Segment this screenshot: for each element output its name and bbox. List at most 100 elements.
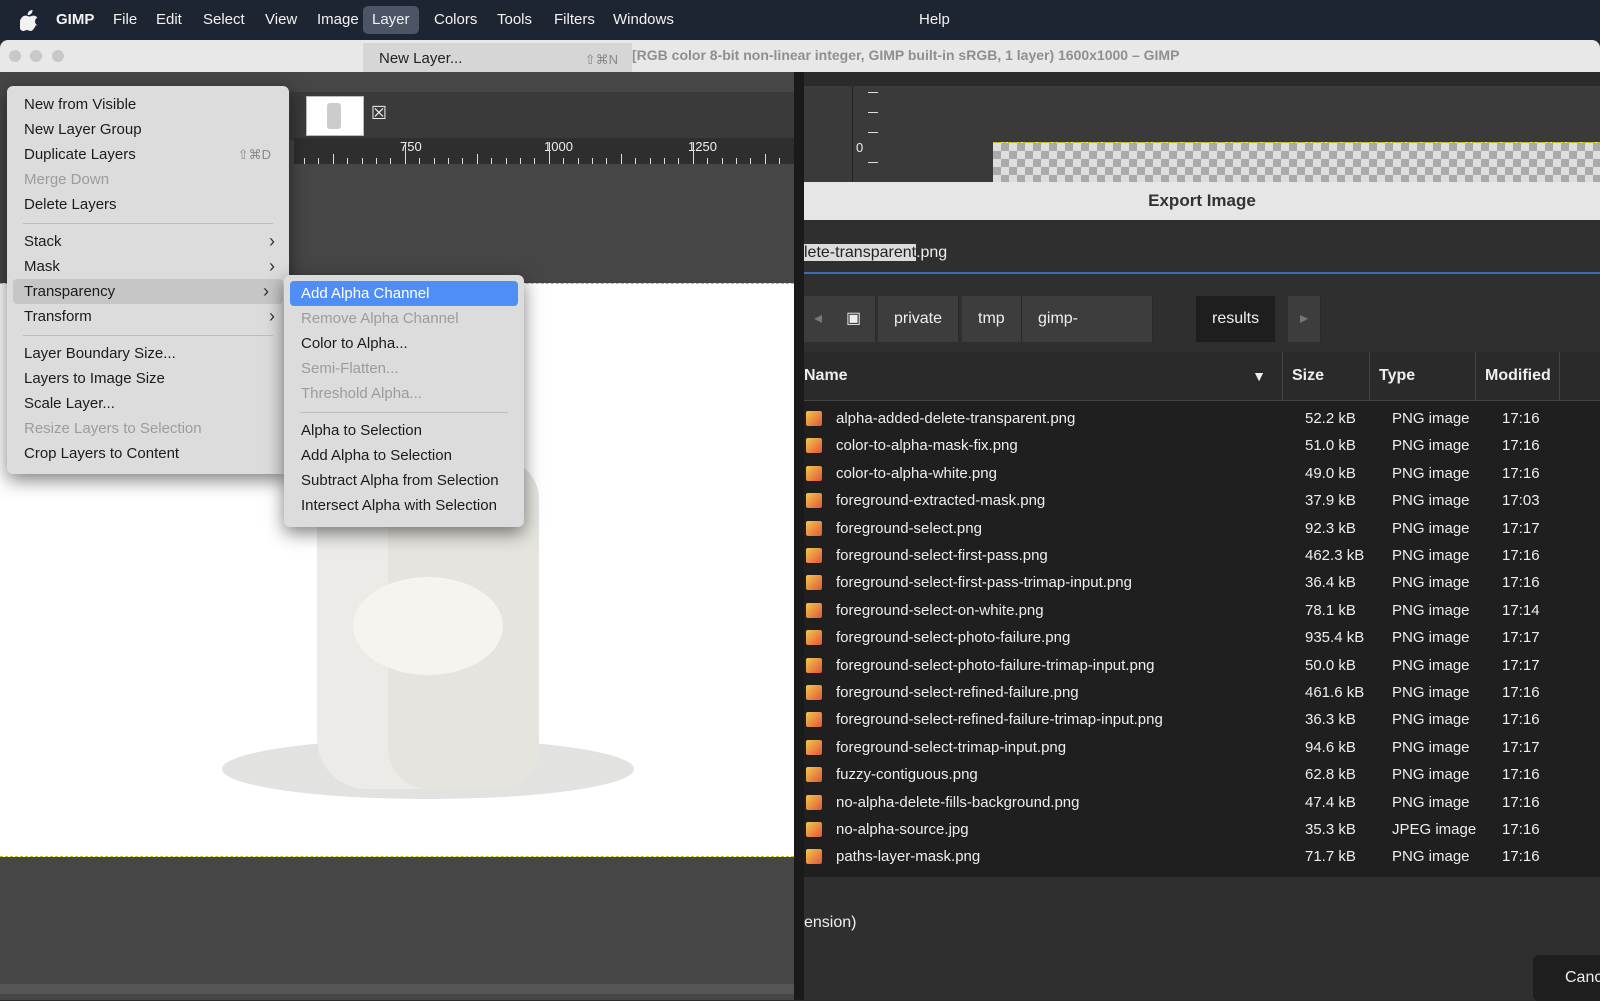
menu-item-new-layer[interactable]: New Layer... ⇧⌘N (363, 43, 632, 75)
menu-layer[interactable]: Layer (363, 6, 419, 34)
menu-edit[interactable]: Edit (147, 0, 191, 40)
ruler-tick (678, 158, 680, 164)
path-crumb-results[interactable]: results (1196, 296, 1277, 342)
image-tab-thumbnail[interactable] (306, 96, 364, 136)
file-modified: 17:16 (1502, 711, 1540, 729)
menu-item-semi-flatten[interactable]: Semi-Flatten... (284, 356, 524, 381)
menu-item-remove-alpha-channel[interactable]: Remove Alpha Channel (284, 306, 524, 331)
file-row[interactable]: paths-layer-mask.png 71.7 kB PNG image 17:1… (804, 843, 1600, 870)
menu-image[interactable]: Image (308, 0, 368, 40)
horizontal-scrollbar[interactable] (0, 984, 794, 994)
menu-item-add-alpha-channel[interactable]: Add Alpha Channel (290, 281, 518, 306)
file-type: PNG image (1392, 629, 1470, 647)
new-layer-shortcut: ⇧⌘N (584, 52, 618, 67)
file-row[interactable]: color-to-alpha-mask-fix.png 51.0 kB PNG im… (804, 432, 1600, 459)
column-header-modified[interactable]: Modified (1475, 352, 1560, 400)
file-row[interactable]: foreground-select-on-white.png 78.1 kB PNG… (804, 597, 1600, 624)
ruler-tick (404, 142, 406, 164)
menu-filters[interactable]: Filters (545, 0, 604, 40)
close-window-button[interactable] (9, 50, 21, 62)
file-row[interactable]: foreground-extracted-mask.png 37.9 kB PNG … (804, 487, 1600, 514)
file-row[interactable]: alpha-added-delete-transparent.png 52.2 k… (804, 405, 1600, 432)
menu-separator (300, 412, 508, 413)
path-back-arrow-icon[interactable]: ◂ (804, 296, 833, 342)
file-row[interactable]: foreground-select-refined-failure-trimap… (804, 706, 1600, 733)
file-list[interactable]: Name ▼ Size Type Modified alpha-added-del… (804, 352, 1600, 877)
menu-separator (23, 335, 273, 336)
file-row[interactable]: fuzzy-contiguous.png 62.8 kB PNG image 17:1… (804, 761, 1600, 788)
menu-item-merge-down[interactable]: Merge Down (7, 167, 289, 192)
thumbnail-figure (327, 103, 341, 129)
menu-item-scale-layer[interactable]: Scale Layer... (7, 391, 289, 416)
menu-item-delete-layers[interactable]: Delete Layers (7, 192, 289, 217)
filename-input[interactable]: lete-transparent.png (804, 236, 1600, 274)
menu-item-layers-to-image-size[interactable]: Layers to Image Size (7, 366, 289, 391)
menu-item-transparency[interactable]: Transparency › (13, 279, 283, 304)
menu-colors[interactable]: Colors (425, 0, 486, 40)
file-row[interactable]: foreground-select-first-pass.png 462.3 kB… (804, 542, 1600, 569)
cancel-button[interactable]: Canc (1533, 955, 1600, 1001)
path-crumb-tmp[interactable]: tmp (962, 296, 1022, 342)
menu-item-new-from-visible[interactable]: New from Visible (7, 92, 289, 117)
menu-item-alpha-to-selection[interactable]: Alpha to Selection (284, 418, 524, 443)
menu-item-subtract-alpha-from-selection[interactable]: Subtract Alpha from Selection (284, 468, 524, 493)
file-modified: 17:16 (1502, 766, 1540, 784)
menu-file[interactable]: File (104, 0, 146, 40)
file-name: foreground-select-trimap-input.png (836, 738, 1067, 756)
file-row[interactable]: foreground-select-photo-failure.png 935.4… (804, 624, 1600, 651)
export-options-panel (804, 877, 1600, 1000)
menu-item-stack[interactable]: Stack › (7, 229, 289, 254)
file-type-extension-label[interactable]: ension) (804, 914, 856, 932)
apple-icon[interactable] (20, 9, 38, 31)
ruler-tick (635, 158, 637, 164)
menu-item-add-alpha-to-selection[interactable]: Add Alpha to Selection (284, 443, 524, 468)
file-row[interactable]: foreground-select-photo-failure-trimap-i… (804, 652, 1600, 679)
horizontal-ruler[interactable]: 750 1000 1250 (294, 138, 794, 164)
minimize-window-button[interactable] (30, 50, 42, 62)
ruler-tick (577, 158, 579, 164)
menu-select[interactable]: Select (194, 0, 254, 40)
column-header-name[interactable]: Name ▼ (804, 352, 1283, 400)
path-crumb-private[interactable]: private (878, 296, 960, 342)
column-header-size[interactable]: Size (1282, 352, 1370, 400)
file-name: foreground-select-photo-failure-trimap-i… (836, 656, 1155, 674)
menu-item-mask[interactable]: Mask › (7, 254, 289, 279)
ruler-tick (318, 158, 320, 164)
menu-view[interactable]: View (256, 0, 306, 40)
file-name: foreground-select-on-white.png (836, 601, 1044, 619)
menu-item-intersect-alpha-with-selection[interactable]: Intersect Alpha with Selection (284, 493, 524, 518)
menu-windows[interactable]: Windows (604, 0, 683, 40)
file-row[interactable]: foreground-select-first-pass-trimap-inpu… (804, 569, 1600, 596)
file-row[interactable]: no-alpha-delete-fills-background.png 47.4… (804, 789, 1600, 816)
path-root-drive-icon[interactable]: ▣ (832, 296, 877, 342)
maximize-window-button[interactable] (52, 50, 64, 62)
menu-item-transform[interactable]: Transform › (7, 304, 289, 329)
ruler-tick (606, 158, 608, 164)
file-modified: 17:16 (1502, 684, 1540, 701)
menu-item-threshold-alpha[interactable]: Threshold Alpha... (284, 381, 524, 406)
file-row[interactable]: foreground-select-refined-failure.png 461… (804, 679, 1600, 706)
menu-tools[interactable]: Tools (488, 0, 541, 40)
menu-item-new-layer-group[interactable]: New Layer Group (7, 117, 289, 142)
menu-item-layer-boundary-size[interactable]: Layer Boundary Size... (7, 341, 289, 366)
app-menu-gimp[interactable]: GIMP (47, 0, 103, 40)
file-row[interactable]: foreground-select.png 92.3 kB PNG image 17:… (804, 515, 1600, 542)
file-row[interactable]: foreground-select-trimap-input.png 94.6 k… (804, 734, 1600, 761)
menu-item-color-to-alpha[interactable]: Color to Alpha... (284, 331, 524, 356)
chevron-right-icon: › (269, 231, 275, 251)
image-file-icon (806, 411, 822, 426)
menu-item-resize-layers-to-selection[interactable]: Resize Layers to Selection (7, 416, 289, 441)
path-forward-arrow-icon[interactable]: ▸ (1288, 296, 1322, 342)
menu-item-crop-layers-to-content[interactable]: Crop Layers to Content (7, 441, 289, 466)
file-row[interactable]: no-alpha-source.jpg 35.3 kB JPEG image 17:1… (804, 816, 1600, 843)
ruler-tick (736, 158, 737, 164)
menu-help[interactable]: Help (910, 0, 959, 40)
image-file-icon (806, 822, 822, 837)
column-header-type[interactable]: Type (1369, 352, 1476, 400)
close-tab-icon[interactable]: ☒ (370, 104, 388, 122)
sort-descending-icon: ▼ (1252, 368, 1266, 384)
file-row[interactable]: color-to-alpha-white.png 49.0 kB PNG image… (804, 460, 1600, 487)
path-crumb-gimp-guide[interactable]: gimp-guide.KGfM5I (1022, 296, 1153, 373)
pane-divider[interactable] (794, 72, 804, 1000)
menu-item-duplicate-layers[interactable]: Duplicate Layers ⇧⌘D (7, 142, 289, 167)
